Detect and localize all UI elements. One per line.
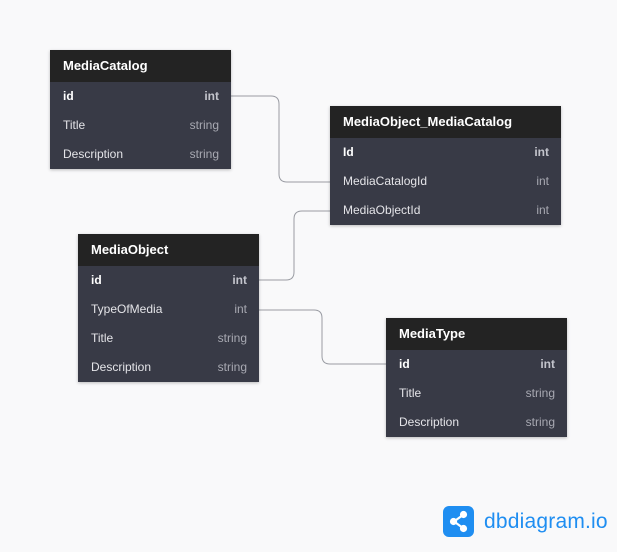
field-type: string: [189, 147, 219, 161]
field-row[interactable]: TypeOfMedia int: [78, 295, 259, 324]
dbdiagram-branding[interactable]: dbdiagram.io: [443, 506, 608, 537]
field-row[interactable]: Description string: [386, 408, 567, 437]
diagram-canvas[interactable]: MediaCatalog id int Title string Descrip…: [0, 0, 617, 552]
table-media-object-media-catalog[interactable]: MediaObject_MediaCatalog Id int MediaCat…: [330, 106, 561, 225]
field-name: Title: [91, 331, 114, 345]
field-name: MediaCatalogId: [343, 174, 428, 188]
field-name: MediaObjectId: [343, 203, 421, 217]
relationship-object-to-mediatype[interactable]: [259, 309, 386, 365]
field-name: Title: [399, 386, 422, 400]
field-row[interactable]: Title string: [386, 379, 567, 408]
table-media-type[interactable]: MediaType id int Title string Descriptio…: [386, 318, 567, 437]
field-type: int: [232, 273, 247, 287]
field-name: Title: [63, 118, 86, 132]
field-row[interactable]: Title string: [50, 111, 231, 140]
relationship-object-to-junction[interactable]: [259, 210, 330, 281]
field-row[interactable]: Description string: [50, 140, 231, 169]
field-type: string: [525, 415, 555, 429]
field-row[interactable]: id int: [78, 266, 259, 295]
field-name: TypeOfMedia: [91, 302, 163, 316]
table-header[interactable]: MediaCatalog: [50, 50, 231, 82]
field-row[interactable]: id int: [50, 82, 231, 111]
table-header[interactable]: MediaObject_MediaCatalog: [330, 106, 561, 138]
field-row[interactable]: Description string: [78, 353, 259, 382]
field-row[interactable]: MediaObjectId int: [330, 196, 561, 225]
field-type: string: [217, 360, 247, 374]
field-type: int: [204, 89, 219, 103]
field-type: int: [534, 145, 549, 159]
table-header[interactable]: MediaObject: [78, 234, 259, 266]
field-name: Description: [63, 147, 124, 161]
brand-text: dbdiagram.io: [484, 509, 608, 533]
field-row[interactable]: Id int: [330, 138, 561, 167]
field-name: id: [63, 89, 74, 103]
field-type: string: [189, 118, 219, 132]
field-row[interactable]: Title string: [78, 324, 259, 353]
field-name: id: [91, 273, 102, 287]
table-media-catalog[interactable]: MediaCatalog id int Title string Descrip…: [50, 50, 231, 169]
table-media-object[interactable]: MediaObject id int TypeOfMedia int Title…: [78, 234, 259, 382]
field-type: int: [536, 203, 549, 217]
field-type: string: [525, 386, 555, 400]
field-type: int: [540, 357, 555, 371]
field-name: id: [399, 357, 410, 371]
field-name: Description: [91, 360, 152, 374]
field-name: Id: [343, 145, 354, 159]
field-name: Description: [399, 415, 460, 429]
field-type: int: [234, 302, 247, 316]
field-type: string: [217, 331, 247, 345]
relationship-catalog-to-junction[interactable]: [231, 95, 330, 183]
field-row[interactable]: MediaCatalogId int: [330, 167, 561, 196]
field-row[interactable]: id int: [386, 350, 567, 379]
share-nodes-icon: [443, 506, 474, 537]
table-header[interactable]: MediaType: [386, 318, 567, 350]
field-type: int: [536, 174, 549, 188]
